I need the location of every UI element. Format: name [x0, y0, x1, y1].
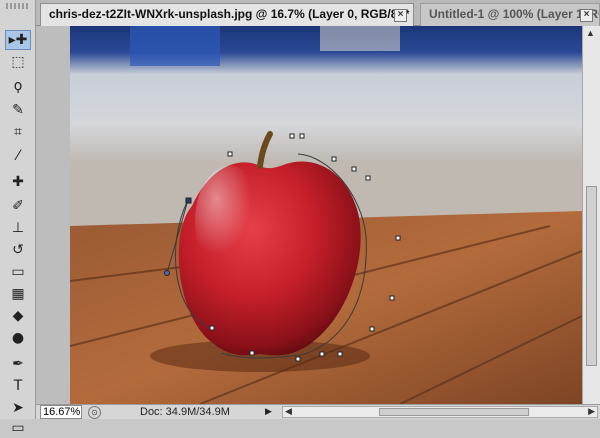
pen-icon: ✒ [12, 356, 24, 372]
horizontal-scrollbar[interactable]: ◀ ▶ [282, 406, 598, 418]
history-brush-icon: ↺ [12, 242, 24, 258]
history-brush-tool[interactable]: ↺ [5, 240, 31, 260]
eraser-tool[interactable]: ▭ [5, 262, 31, 282]
scroll-left-icon[interactable]: ◀ [285, 406, 292, 417]
eraser-icon: ▭ [11, 264, 25, 280]
path-selection-tool[interactable]: ➤ [5, 398, 31, 418]
document-image[interactable] [70, 26, 582, 404]
zoom-level-field[interactable]: 16.67% [40, 405, 82, 419]
blur-icon: ◆ [12, 308, 24, 324]
document-size-info: Doc: 34.9M/34.9M [140, 406, 230, 418]
gradient-tool[interactable]: ▦ [5, 284, 31, 304]
quick-selection-tool[interactable]: ✎ [5, 100, 31, 120]
tab-untitled-document[interactable]: Untitled-1 @ 100% (Layer 1, RGB/8) × [420, 3, 600, 26]
close-tab-icon[interactable]: × [394, 9, 407, 22]
lasso-icon: ϙ [13, 78, 23, 94]
quick-selection-icon: ✎ [12, 102, 24, 118]
zoom-icon[interactable]: ⊙ [88, 406, 101, 419]
lasso-tool[interactable]: ϙ [5, 76, 31, 96]
shape-icon: ▭ [11, 420, 25, 436]
tab-label: chris-dez-t2ZIt-WNXrk-unsplash.jpg @ 16.… [49, 7, 410, 21]
close-tab-icon[interactable]: × [580, 9, 593, 22]
tab-label: Untitled-1 @ 100% (Layer 1, RGB/8) [429, 7, 599, 21]
dodge-tool[interactable]: ● [5, 328, 31, 348]
shape-tool[interactable]: ▭ [5, 418, 31, 438]
brush-tool[interactable]: ✐ [5, 196, 31, 216]
canvas-area[interactable] [36, 26, 582, 404]
move-tool[interactable]: ▸✚ [5, 30, 31, 50]
tab-apple-document[interactable]: chris-dez-t2ZIt-WNXrk-unsplash.jpg @ 16.… [40, 3, 414, 26]
panel-grip[interactable] [6, 3, 30, 9]
healing-brush-tool[interactable]: ✚ [5, 172, 31, 192]
scroll-right-icon[interactable]: ▶ [588, 406, 595, 417]
clone-stamp-icon: ⊥ [11, 220, 25, 236]
eyedropper-tool[interactable]: ⁄ [5, 146, 31, 166]
crop-icon: ⌗ [14, 124, 22, 140]
tools-panel: ▸✚ ⬚ ϙ ✎ ⌗ ⁄ ✚ ✐ ⊥ ↺ ▭ ▦ ◆ ● ✒ T ➤ ▭ [0, 0, 36, 436]
brush-icon: ✐ [12, 198, 24, 214]
marquee-icon: ⬚ [11, 54, 25, 70]
blur-tool[interactable]: ◆ [5, 306, 31, 326]
eyedropper-icon: ⁄ [16, 148, 20, 164]
clone-stamp-tool[interactable]: ⊥ [5, 218, 31, 238]
move-icon: ▸✚ [8, 32, 28, 48]
crop-tool[interactable]: ⌗ [5, 122, 31, 142]
marquee-tool[interactable]: ⬚ [5, 52, 31, 72]
gradient-icon: ▦ [11, 286, 25, 302]
document-tab-bar: chris-dez-t2ZIt-WNXrk-unsplash.jpg @ 16.… [36, 0, 600, 26]
scroll-up-icon[interactable]: ▲ [586, 28, 595, 38]
status-bar: 16.67% ⊙ Doc: 34.9M/34.9M ▶ ◀ ▶ [36, 404, 600, 419]
dodge-icon: ● [11, 330, 25, 346]
healing-brush-icon: ✚ [12, 174, 24, 190]
horizontal-scroll-thumb[interactable] [379, 408, 529, 416]
pen-tool[interactable]: ✒ [5, 354, 31, 374]
path-selection-icon: ➤ [12, 400, 24, 416]
vertical-scrollbar[interactable]: ▲ [582, 26, 600, 404]
status-menu-arrow-icon[interactable]: ▶ [265, 406, 272, 417]
vertical-scroll-thumb[interactable] [586, 186, 597, 366]
type-icon: T [13, 378, 23, 394]
type-tool[interactable]: T [5, 376, 31, 396]
